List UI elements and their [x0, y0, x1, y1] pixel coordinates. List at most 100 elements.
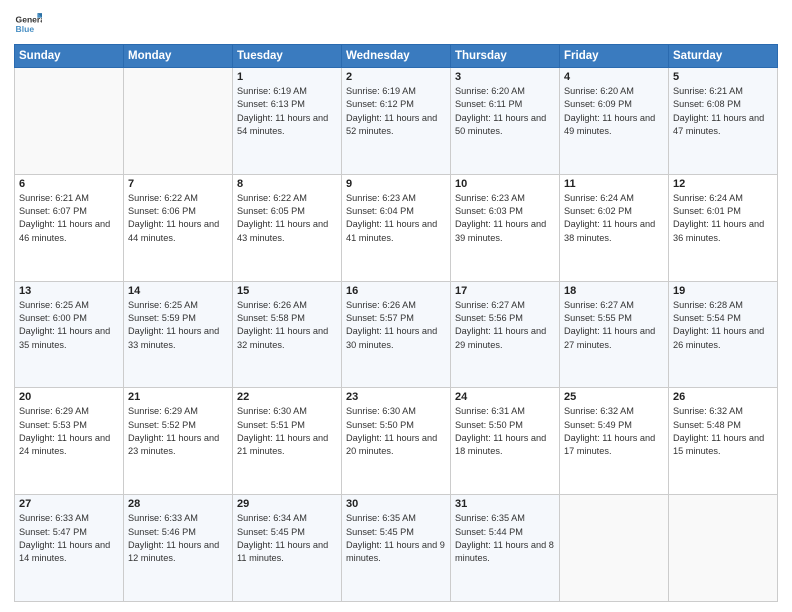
day-info: Sunrise: 6:23 AM Sunset: 6:03 PM Dayligh…: [455, 192, 555, 245]
sunrise-text: Sunrise: 6:20 AM: [564, 86, 634, 96]
daylight-text: Daylight: 11 hours and 47 minutes.: [673, 113, 764, 136]
calendar-cell: 19 Sunrise: 6:28 AM Sunset: 5:54 PM Dayl…: [669, 281, 778, 388]
sunrise-text: Sunrise: 6:20 AM: [455, 86, 525, 96]
sunset-text: Sunset: 6:03 PM: [455, 206, 523, 216]
sunset-text: Sunset: 5:58 PM: [237, 313, 305, 323]
daylight-text: Daylight: 11 hours and 26 minutes.: [673, 326, 764, 349]
day-info: Sunrise: 6:34 AM Sunset: 5:45 PM Dayligh…: [237, 512, 337, 565]
day-info: Sunrise: 6:32 AM Sunset: 5:49 PM Dayligh…: [564, 405, 664, 458]
sunrise-text: Sunrise: 6:22 AM: [128, 193, 198, 203]
calendar-cell: 16 Sunrise: 6:26 AM Sunset: 5:57 PM Dayl…: [342, 281, 451, 388]
day-info: Sunrise: 6:25 AM Sunset: 6:00 PM Dayligh…: [19, 299, 119, 352]
sunset-text: Sunset: 5:51 PM: [237, 420, 305, 430]
calendar-cell: [669, 495, 778, 602]
day-number: 24: [455, 391, 555, 403]
sunset-text: Sunset: 6:09 PM: [564, 99, 632, 109]
daylight-text: Daylight: 11 hours and 12 minutes.: [128, 540, 219, 563]
calendar-cell: 8 Sunrise: 6:22 AM Sunset: 6:05 PM Dayli…: [233, 174, 342, 281]
sunset-text: Sunset: 6:00 PM: [19, 313, 87, 323]
day-info: Sunrise: 6:26 AM Sunset: 5:57 PM Dayligh…: [346, 299, 446, 352]
logo-icon: General Blue: [14, 10, 42, 38]
sunset-text: Sunset: 5:48 PM: [673, 420, 741, 430]
day-info: Sunrise: 6:25 AM Sunset: 5:59 PM Dayligh…: [128, 299, 228, 352]
day-info: Sunrise: 6:33 AM Sunset: 5:47 PM Dayligh…: [19, 512, 119, 565]
day-info: Sunrise: 6:32 AM Sunset: 5:48 PM Dayligh…: [673, 405, 773, 458]
column-header-monday: Monday: [124, 45, 233, 68]
daylight-text: Daylight: 11 hours and 38 minutes.: [564, 219, 655, 242]
day-number: 29: [237, 498, 337, 510]
daylight-text: Daylight: 11 hours and 18 minutes.: [455, 433, 546, 456]
calendar-cell: 5 Sunrise: 6:21 AM Sunset: 6:08 PM Dayli…: [669, 68, 778, 175]
day-number: 23: [346, 391, 446, 403]
sunrise-text: Sunrise: 6:29 AM: [128, 406, 198, 416]
sunrise-text: Sunrise: 6:27 AM: [564, 300, 634, 310]
calendar-week-5: 27 Sunrise: 6:33 AM Sunset: 5:47 PM Dayl…: [15, 495, 778, 602]
daylight-text: Daylight: 11 hours and 46 minutes.: [19, 219, 110, 242]
sunrise-text: Sunrise: 6:29 AM: [19, 406, 89, 416]
calendar-cell: 20 Sunrise: 6:29 AM Sunset: 5:53 PM Dayl…: [15, 388, 124, 495]
day-info: Sunrise: 6:20 AM Sunset: 6:09 PM Dayligh…: [564, 85, 664, 138]
sunset-text: Sunset: 6:04 PM: [346, 206, 414, 216]
column-header-saturday: Saturday: [669, 45, 778, 68]
day-info: Sunrise: 6:29 AM Sunset: 5:53 PM Dayligh…: [19, 405, 119, 458]
daylight-text: Daylight: 11 hours and 33 minutes.: [128, 326, 219, 349]
sunset-text: Sunset: 5:45 PM: [237, 527, 305, 537]
calendar-cell: 1 Sunrise: 6:19 AM Sunset: 6:13 PM Dayli…: [233, 68, 342, 175]
day-info: Sunrise: 6:35 AM Sunset: 5:45 PM Dayligh…: [346, 512, 446, 565]
day-number: 8: [237, 178, 337, 190]
day-number: 20: [19, 391, 119, 403]
daylight-text: Daylight: 11 hours and 27 minutes.: [564, 326, 655, 349]
calendar-cell: 12 Sunrise: 6:24 AM Sunset: 6:01 PM Dayl…: [669, 174, 778, 281]
day-number: 7: [128, 178, 228, 190]
sunset-text: Sunset: 5:45 PM: [346, 527, 414, 537]
day-info: Sunrise: 6:24 AM Sunset: 6:02 PM Dayligh…: [564, 192, 664, 245]
daylight-text: Daylight: 11 hours and 52 minutes.: [346, 113, 437, 136]
day-number: 11: [564, 178, 664, 190]
day-number: 6: [19, 178, 119, 190]
logo: General Blue: [14, 10, 46, 38]
calendar-cell: 7 Sunrise: 6:22 AM Sunset: 6:06 PM Dayli…: [124, 174, 233, 281]
calendar-cell: 18 Sunrise: 6:27 AM Sunset: 5:55 PM Dayl…: [560, 281, 669, 388]
day-info: Sunrise: 6:27 AM Sunset: 5:55 PM Dayligh…: [564, 299, 664, 352]
sunset-text: Sunset: 5:55 PM: [564, 313, 632, 323]
daylight-text: Daylight: 11 hours and 20 minutes.: [346, 433, 437, 456]
calendar-cell: 21 Sunrise: 6:29 AM Sunset: 5:52 PM Dayl…: [124, 388, 233, 495]
day-number: 3: [455, 71, 555, 83]
sunrise-text: Sunrise: 6:32 AM: [564, 406, 634, 416]
calendar-cell: 31 Sunrise: 6:35 AM Sunset: 5:44 PM Dayl…: [451, 495, 560, 602]
sunset-text: Sunset: 5:57 PM: [346, 313, 414, 323]
day-number: 28: [128, 498, 228, 510]
sunset-text: Sunset: 5:46 PM: [128, 527, 196, 537]
sunrise-text: Sunrise: 6:34 AM: [237, 513, 307, 523]
day-number: 4: [564, 71, 664, 83]
day-info: Sunrise: 6:19 AM Sunset: 6:13 PM Dayligh…: [237, 85, 337, 138]
calendar-cell: [124, 68, 233, 175]
page: General Blue SundayMondayTuesdayWednesda…: [0, 0, 792, 612]
calendar-cell: 10 Sunrise: 6:23 AM Sunset: 6:03 PM Dayl…: [451, 174, 560, 281]
calendar-cell: 17 Sunrise: 6:27 AM Sunset: 5:56 PM Dayl…: [451, 281, 560, 388]
sunset-text: Sunset: 5:52 PM: [128, 420, 196, 430]
daylight-text: Daylight: 11 hours and 29 minutes.: [455, 326, 546, 349]
calendar-cell: 13 Sunrise: 6:25 AM Sunset: 6:00 PM Dayl…: [15, 281, 124, 388]
day-info: Sunrise: 6:35 AM Sunset: 5:44 PM Dayligh…: [455, 512, 555, 565]
calendar-header-row: SundayMondayTuesdayWednesdayThursdayFrid…: [15, 45, 778, 68]
day-number: 25: [564, 391, 664, 403]
day-number: 5: [673, 71, 773, 83]
daylight-text: Daylight: 11 hours and 9 minutes.: [346, 540, 445, 563]
daylight-text: Daylight: 11 hours and 49 minutes.: [564, 113, 655, 136]
calendar: SundayMondayTuesdayWednesdayThursdayFrid…: [14, 44, 778, 602]
sunrise-text: Sunrise: 6:22 AM: [237, 193, 307, 203]
daylight-text: Daylight: 11 hours and 24 minutes.: [19, 433, 110, 456]
header: General Blue: [14, 10, 778, 38]
daylight-text: Daylight: 11 hours and 39 minutes.: [455, 219, 546, 242]
sunrise-text: Sunrise: 6:19 AM: [346, 86, 416, 96]
day-info: Sunrise: 6:30 AM Sunset: 5:51 PM Dayligh…: [237, 405, 337, 458]
day-info: Sunrise: 6:21 AM Sunset: 6:07 PM Dayligh…: [19, 192, 119, 245]
day-info: Sunrise: 6:27 AM Sunset: 5:56 PM Dayligh…: [455, 299, 555, 352]
calendar-cell: 30 Sunrise: 6:35 AM Sunset: 5:45 PM Dayl…: [342, 495, 451, 602]
day-number: 21: [128, 391, 228, 403]
day-number: 22: [237, 391, 337, 403]
day-number: 14: [128, 285, 228, 297]
sunset-text: Sunset: 5:54 PM: [673, 313, 741, 323]
sunrise-text: Sunrise: 6:19 AM: [237, 86, 307, 96]
